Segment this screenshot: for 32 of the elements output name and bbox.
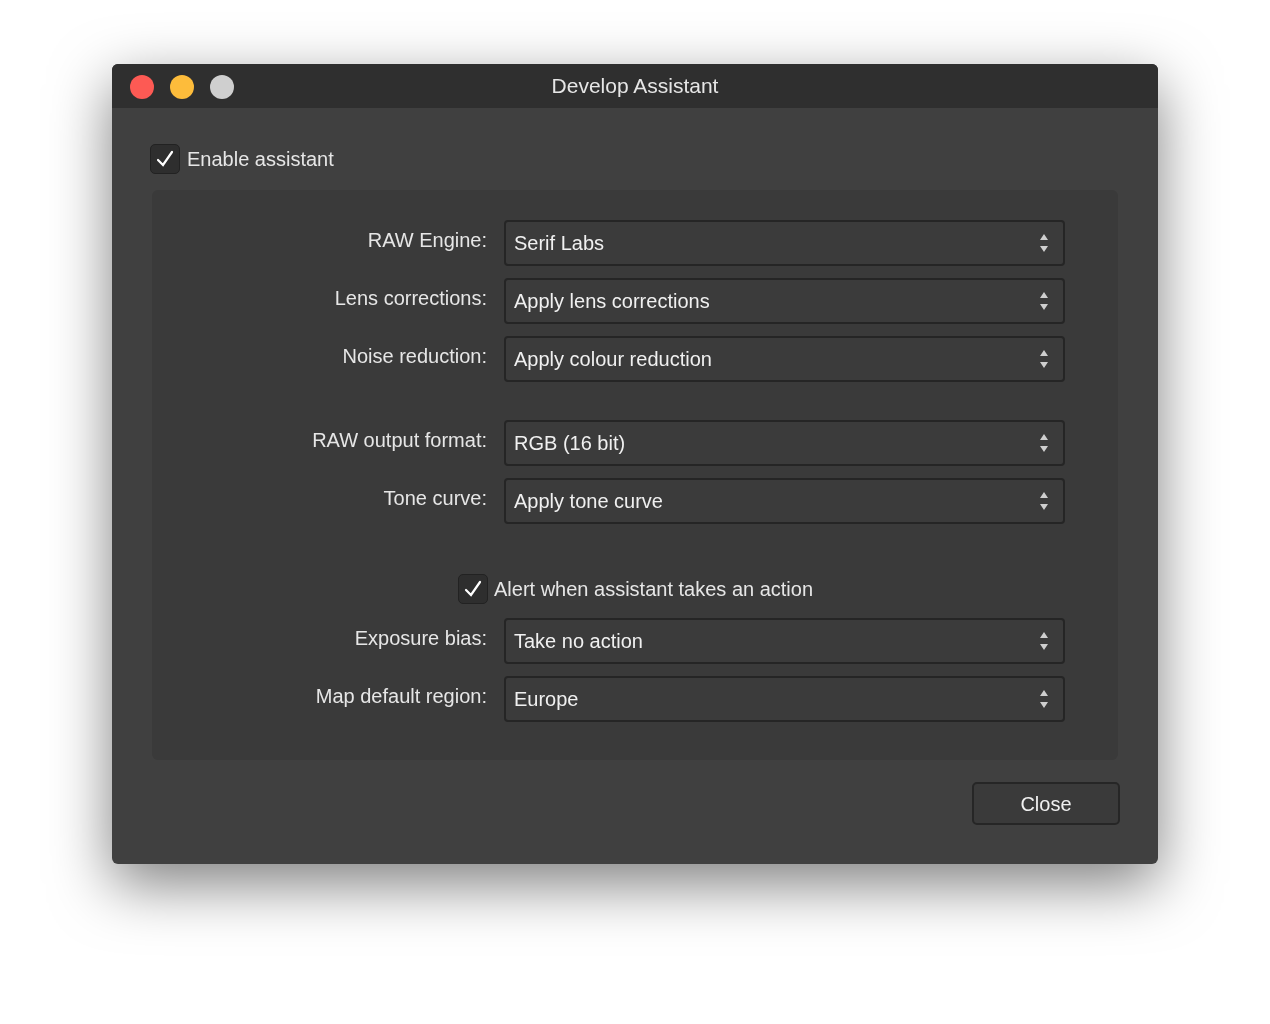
- stepper-arrows-icon: [1039, 432, 1049, 454]
- close-button[interactable]: Close: [972, 782, 1120, 825]
- dropdown[interactable]: Apply tone curve: [504, 478, 1065, 524]
- checkbox[interactable]: [458, 574, 488, 604]
- window-title: Develop Assistant: [551, 73, 719, 100]
- stepper-arrows-icon: [1039, 630, 1049, 652]
- checkmark-icon: [464, 580, 482, 598]
- zoom-window-button[interactable]: [210, 75, 234, 99]
- stepper-arrows-icon: [1039, 290, 1049, 312]
- field-label: Noise reduction:: [342, 344, 487, 369]
- stepper-arrows-icon: [1039, 490, 1049, 512]
- field-label: RAW Engine:: [367, 228, 487, 253]
- field-label: RAW output format:: [312, 428, 487, 453]
- field-label: Exposure bias:: [354, 626, 487, 651]
- dropdown[interactable]: Europe: [504, 676, 1065, 722]
- dropdown[interactable]: Apply lens corrections: [504, 278, 1065, 324]
- checkbox[interactable]: [150, 144, 180, 174]
- checkbox-label: Alert when assistant takes an action: [494, 577, 814, 602]
- field-label: Map default region:: [315, 684, 487, 709]
- dropdown[interactable]: RGB (16 bit): [504, 420, 1065, 466]
- checkbox-label: Enable assistant: [187, 147, 334, 172]
- stepper-arrows-icon: [1039, 232, 1049, 254]
- stepper-arrows-icon: [1039, 348, 1049, 370]
- close-window-button[interactable]: [130, 75, 154, 99]
- dropdown[interactable]: Apply colour reduction: [504, 336, 1065, 382]
- dropdown[interactable]: Take no action: [504, 618, 1065, 664]
- checkmark-icon: [156, 150, 174, 168]
- minimize-window-button[interactable]: [170, 75, 194, 99]
- dropdown[interactable]: Serif Labs: [504, 220, 1065, 266]
- field-label: Tone curve:: [383, 486, 487, 511]
- stepper-arrows-icon: [1039, 688, 1049, 710]
- field-label: Lens corrections:: [334, 286, 487, 311]
